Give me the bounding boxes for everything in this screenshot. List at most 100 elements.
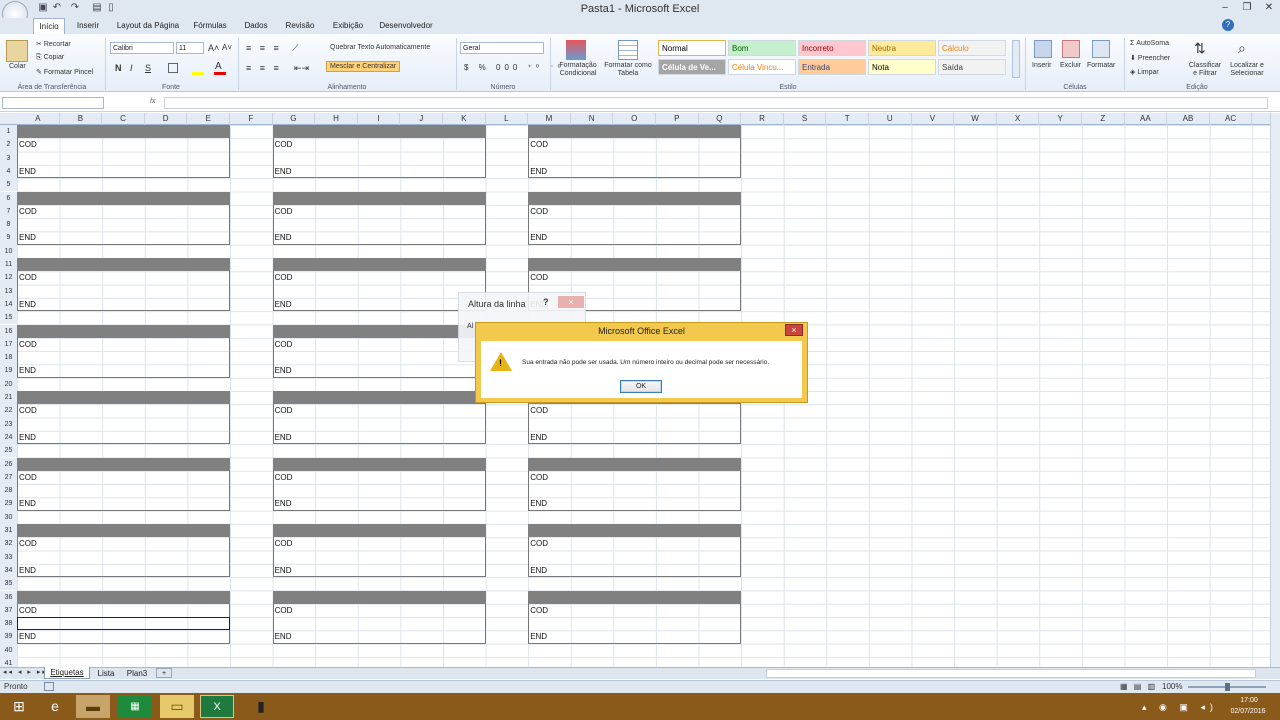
name-box[interactable] (2, 97, 104, 109)
row-header[interactable]: 10 (0, 244, 17, 258)
cod-cell[interactable]: COD (530, 207, 548, 216)
end-cell[interactable]: END (19, 233, 36, 242)
label-header-bar[interactable] (528, 457, 742, 471)
store-icon[interactable]: ▦ (118, 695, 152, 718)
row-header[interactable]: 25 (0, 444, 17, 458)
end-cell[interactable]: END (530, 433, 547, 442)
label-block[interactable] (528, 404, 742, 445)
gallery-scroll[interactable] (1012, 40, 1020, 78)
vertical-scrollbar[interactable] (1270, 113, 1280, 667)
end-cell[interactable]: END (19, 499, 36, 508)
font-color-icon[interactable]: A (215, 61, 222, 72)
app-taskbar-icon[interactable]: ▮ (244, 695, 278, 718)
label-block[interactable] (528, 470, 742, 511)
orientation-icon[interactable]: ⟋ (292, 43, 298, 54)
sheet-tab-etiquetas[interactable]: Etiquetas (44, 667, 90, 679)
indent-icons[interactable]: ⇤⇥ (294, 63, 309, 74)
row-header[interactable]: 40 (0, 643, 17, 657)
cod-cell[interactable]: COD (530, 539, 548, 548)
row-header[interactable]: 20 (0, 377, 17, 391)
label-block[interactable] (528, 138, 742, 179)
sheet-tab-plan3[interactable]: Plan3 (122, 668, 152, 679)
column-header[interactable]: X (997, 113, 1040, 125)
fill-button[interactable]: ⬇ Preencher (1130, 54, 1170, 62)
sheet-nav-icons[interactable]: ◂◂ ◂ ▸ ▸▸ (3, 668, 48, 676)
column-header[interactable]: I (358, 113, 401, 125)
zoom-level[interactable]: 100% (1162, 682, 1182, 691)
clear-button[interactable]: ◈ Limpar (1130, 68, 1159, 76)
copy-button[interactable]: ⎘ Copiar (36, 54, 64, 62)
row-header[interactable]: 18 (0, 351, 17, 365)
excel-taskbar-icon[interactable]: X (200, 695, 234, 718)
column-header[interactable]: Q (699, 113, 742, 125)
sheet-tab-lista[interactable]: Lista (92, 668, 120, 679)
label-block[interactable] (272, 603, 486, 644)
row-header[interactable]: 12 (0, 271, 17, 285)
label-block[interactable] (272, 271, 486, 312)
row-header[interactable]: 36 (0, 590, 17, 604)
end-cell[interactable]: END (19, 433, 36, 442)
clock-date[interactable]: 02/07/2016 (1226, 708, 1270, 715)
end-cell[interactable]: END (530, 499, 547, 508)
row-header[interactable]: 24 (0, 430, 17, 445)
end-cell[interactable]: END (530, 233, 547, 242)
column-header[interactable]: V (912, 113, 955, 125)
find-select-icon[interactable]: ⌕ (1238, 40, 1246, 57)
cell-style-item[interactable]: Entrada (798, 59, 866, 75)
column-header[interactable]: S (784, 113, 827, 125)
row-header[interactable]: 6 (0, 191, 17, 205)
cod-cell[interactable]: COD (19, 473, 37, 482)
label-header-bar[interactable] (17, 590, 230, 604)
end-cell[interactable]: END (275, 499, 292, 508)
merge-center-button[interactable]: Mesclar e Centralizar (326, 61, 401, 72)
selected-cell-range[interactable] (17, 617, 230, 631)
cod-cell[interactable]: COD (275, 473, 293, 482)
row-header[interactable]: 34 (0, 563, 17, 578)
end-cell[interactable]: END (275, 632, 292, 641)
label-header-bar[interactable] (272, 125, 486, 139)
row-header[interactable]: 19 (0, 364, 17, 378)
row-header[interactable]: 5 (0, 178, 17, 192)
row-header[interactable]: 11 (0, 258, 17, 272)
column-header[interactable]: G (273, 113, 316, 125)
column-header[interactable]: E (187, 113, 230, 125)
label-header-bar[interactable] (272, 191, 486, 205)
row-header[interactable]: 4 (0, 164, 17, 179)
paste-icon[interactable] (6, 40, 28, 62)
label-header-bar[interactable] (272, 258, 486, 272)
format-as-table-label[interactable]: Formatar como Tabela (604, 62, 652, 78)
conditional-format-label[interactable]: Formatação Condicional (556, 62, 600, 78)
format-cells-icon[interactable] (1092, 40, 1110, 58)
insert-cells-icon[interactable] (1034, 40, 1052, 58)
file-explorer-icon[interactable]: ▬ (76, 695, 110, 718)
label-block[interactable] (17, 404, 230, 445)
end-cell[interactable]: END (275, 433, 292, 442)
cell-style-item[interactable]: Incorreto (798, 40, 866, 56)
cod-cell[interactable]: COD (275, 207, 293, 216)
shrink-font-icon[interactable]: A˅ (222, 43, 232, 52)
column-header[interactable]: U (869, 113, 912, 125)
cod-cell[interactable]: COD (530, 406, 548, 415)
label-block[interactable] (528, 537, 742, 578)
row-header[interactable]: 28 (0, 484, 17, 498)
label-header-bar[interactable] (272, 391, 486, 405)
end-cell[interactable]: END (275, 366, 292, 375)
column-header[interactable]: AB (1167, 113, 1210, 125)
label-header-bar[interactable] (272, 524, 486, 538)
row-header[interactable]: 16 (0, 324, 17, 338)
delete-cells-label[interactable]: Excluir (1060, 62, 1081, 69)
end-cell[interactable]: END (275, 167, 292, 176)
insert-cells-label[interactable]: Inserir (1032, 62, 1051, 69)
label-block[interactable] (272, 537, 486, 578)
number-format-select[interactable]: Geral (460, 42, 544, 54)
autosum-button[interactable]: Σ AutoSoma (1130, 40, 1169, 47)
sort-filter-label[interactable]: Classificar e Filtrar (1186, 62, 1224, 78)
cell-style-item[interactable]: Bom (728, 40, 796, 56)
bold-button[interactable]: N (115, 63, 122, 73)
maximize-button[interactable]: ❐ (1236, 0, 1258, 16)
cod-cell[interactable]: COD (19, 207, 37, 216)
column-header[interactable]: N (571, 113, 614, 125)
row-header[interactable]: 7 (0, 204, 17, 219)
column-header[interactable]: K (443, 113, 486, 125)
cod-cell[interactable]: COD (275, 140, 293, 149)
